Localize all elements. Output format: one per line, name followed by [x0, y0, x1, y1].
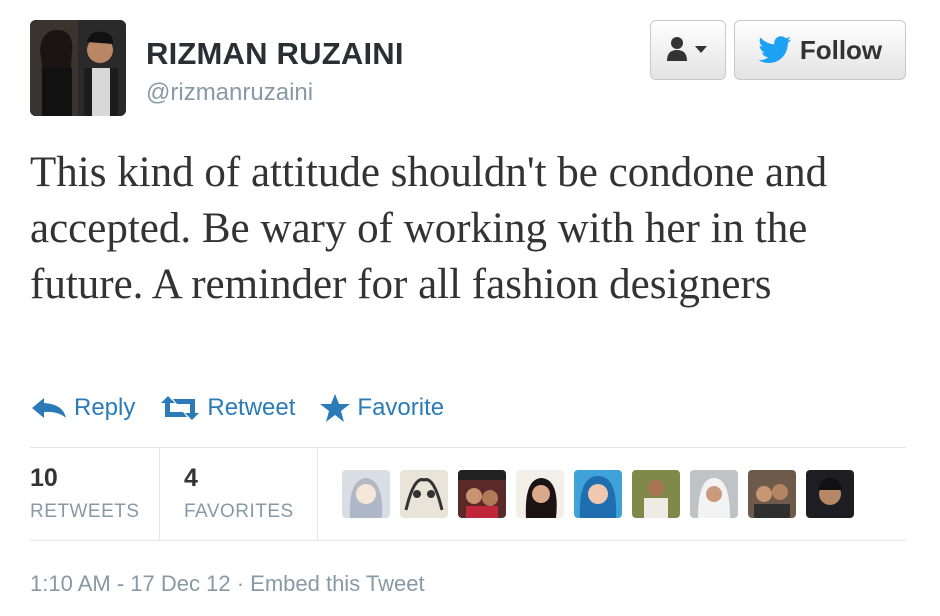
follow-button[interactable]: Follow [734, 20, 906, 80]
follow-label: Follow [799, 34, 883, 65]
retweet-icon [161, 396, 200, 420]
divider [30, 540, 906, 541]
timestamp[interactable]: 1:10 AM - 17 Dec 12 [30, 571, 231, 596]
retweets-stat[interactable]: 10 RETWEETS [30, 448, 158, 540]
embed-tweet-link[interactable]: Embed this Tweet [250, 571, 424, 596]
divider [30, 447, 906, 448]
reply-button[interactable]: Reply [30, 394, 135, 422]
favoriter-avatar[interactable] [806, 470, 854, 518]
avatar[interactable] [30, 20, 126, 116]
favoriter-avatar[interactable] [516, 470, 564, 518]
favoriter-avatar[interactable] [574, 470, 622, 518]
bird-icon [758, 36, 792, 63]
avatar-image [30, 20, 126, 116]
user-actions-button[interactable] [650, 20, 726, 80]
favoriter-avatar[interactable] [342, 470, 390, 518]
favoriters-list [342, 470, 864, 518]
retweet-label: Retweet [207, 394, 296, 421]
retweets-label: RETWEETS [30, 501, 140, 522]
username[interactable]: @rizmanruzaini [146, 79, 313, 107]
stat-separator [159, 448, 160, 540]
display-name[interactable]: RIZMAN RUZAINI [146, 36, 404, 72]
tweet-text: This kind of attitude shouldn't be condo… [30, 149, 828, 308]
favorite-label: Favorite [357, 394, 445, 421]
favoriter-avatar[interactable] [400, 470, 448, 518]
favoriter-avatar[interactable] [690, 470, 738, 518]
favoriter-avatar[interactable] [748, 470, 796, 518]
retweets-count: 10 [30, 464, 58, 492]
star-icon [320, 394, 351, 422]
reply-icon [32, 398, 66, 418]
favorite-button[interactable]: Favorite [319, 393, 444, 423]
meta-separator: · [236, 571, 245, 596]
retweet-button[interactable]: Retweet [159, 394, 295, 422]
favoriter-avatar[interactable] [458, 470, 506, 518]
stat-separator [317, 448, 318, 540]
tweet-actions: Reply Retweet Favorite [30, 390, 468, 426]
favorites-label: FAVORITES [184, 501, 294, 522]
reply-label: Reply [74, 394, 136, 421]
favorites-count: 4 [184, 464, 198, 492]
user-dropdown-icon [667, 37, 707, 61]
favorites-stat[interactable]: 4 FAVORITES [184, 448, 316, 540]
favoriter-avatar[interactable] [632, 470, 680, 518]
tweet-meta: 1:10 AM - 17 Dec 12 · Embed this Tweet [30, 571, 425, 597]
